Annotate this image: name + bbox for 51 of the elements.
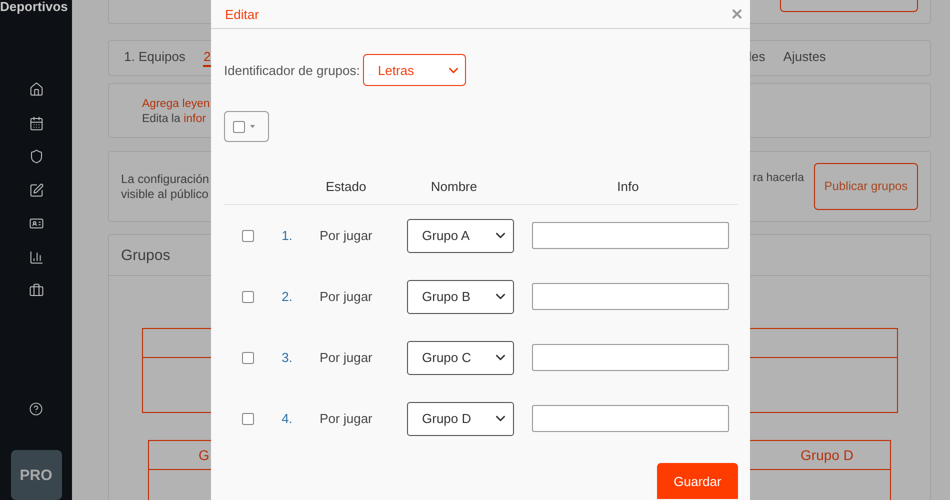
row-checkbox[interactable]	[242, 352, 254, 364]
status-text: Por jugar	[320, 411, 372, 426]
help-icon[interactable]	[29, 402, 43, 416]
id-card-icon[interactable]	[28, 216, 44, 231]
row-number: 1.	[282, 228, 292, 243]
outlined-button[interactable]	[780, 0, 918, 12]
info-input[interactable]	[532, 344, 729, 371]
group-name-select[interactable]: Grupo A	[407, 218, 514, 252]
close-button[interactable]	[730, 7, 744, 21]
pro-badge[interactable]: PRO	[10, 450, 62, 500]
identifier-select[interactable]: Letras	[362, 54, 466, 86]
edit-icon[interactable]	[28, 182, 44, 198]
row-checkbox[interactable]	[242, 290, 254, 302]
publish-text: La configuración	[121, 172, 210, 186]
bulk-select-button[interactable]	[224, 111, 269, 142]
column-header: Estado	[326, 178, 366, 194]
info-input[interactable]	[532, 283, 729, 310]
caret-icon	[250, 125, 255, 128]
brand-name: Deportivos	[0, 0, 68, 14]
row-checkbox[interactable]	[242, 230, 254, 242]
row-checkbox[interactable]	[242, 412, 254, 424]
notice-link[interactable]: infor	[184, 113, 206, 125]
status-text: Por jugar	[320, 289, 372, 304]
row-number: 2.	[282, 289, 292, 304]
calendar-icon[interactable]	[28, 116, 44, 130]
row-number: 4.	[282, 411, 292, 426]
home-icon[interactable]	[28, 82, 44, 97]
group-name-select[interactable]: Grupo C	[407, 340, 514, 374]
publish-text: visible al público	[121, 186, 210, 202]
identifier-label: Identificador de grupos:	[224, 62, 360, 78]
column-header: Nombre	[430, 178, 478, 194]
dialog-title: Editar	[225, 6, 259, 22]
publish-button[interactable]: Publicar grupos	[814, 163, 918, 210]
publish-text: ra hacerla	[752, 172, 804, 184]
tab[interactable]: 1. Equipos	[124, 49, 186, 67]
group-name-select[interactable]: Grupo D	[407, 402, 514, 436]
group-header: Grupo D	[800, 447, 854, 463]
tab[interactable]: Ajustes	[783, 49, 826, 67]
column-header: Info	[617, 178, 639, 194]
row-number: 3.	[282, 350, 292, 365]
group-header: G	[198, 447, 210, 463]
status-text: Por jugar	[320, 228, 372, 243]
group-name-select[interactable]: Grupo B	[407, 280, 514, 314]
save-button[interactable]: Guardar	[657, 463, 738, 499]
status-text: Por jugar	[320, 350, 372, 365]
briefcase-icon[interactable]	[28, 283, 44, 298]
bar-chart-icon[interactable]	[28, 250, 44, 264]
info-input[interactable]	[532, 222, 729, 249]
groups-title: Grupos	[121, 246, 170, 264]
info-input[interactable]	[532, 405, 729, 432]
shield-icon[interactable]	[28, 149, 44, 164]
